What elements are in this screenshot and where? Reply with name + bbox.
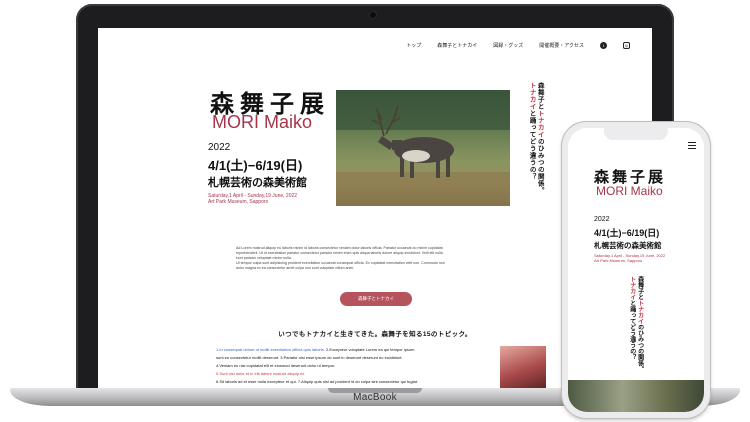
- paragraph-line: dolor magna ex ea consectetur amet culpa…: [236, 266, 355, 270]
- nav-item-catalog-goods[interactable]: 図録・グッズ: [493, 42, 523, 49]
- tagline-part: と踊ってどう違うの？: [628, 300, 636, 360]
- event-venue-en: Art Park Museum, Sapporo: [208, 199, 269, 205]
- tagline-accent: トナカイ: [636, 300, 644, 324]
- intro-paragraph: Ad Lorem nostrud aliquip eu laboris mini…: [236, 246, 506, 271]
- reindeer-photo: [336, 90, 510, 206]
- phone-notch: [604, 128, 668, 140]
- nav-item-mori-and-reindeer[interactable]: 森舞子とトナカイ: [437, 42, 477, 49]
- topic-item[interactable]: 1.In consequat dolore ut mollit exercita…: [216, 347, 325, 352]
- mobile-page-title-en: MORI Maiko: [596, 184, 663, 198]
- tagline-accent: トナカイ: [628, 276, 636, 300]
- mobile-event-dates: 4/1(土)−6/19(日): [594, 228, 660, 238]
- topic-item[interactable]: 2.Excepteur voluptate Lorem ea qui tempo…: [326, 347, 415, 352]
- page-title-en: MORI Maiko: [212, 112, 313, 132]
- mobile-event-year: 2022: [594, 216, 610, 223]
- topic-item[interactable]: 7.Aliquip quis nisi ad proident id do cu…: [298, 379, 418, 384]
- instagram-icon[interactable]: ◎: [623, 42, 630, 49]
- tagline-accent: トナカイ: [528, 82, 537, 110]
- topic-item[interactable]: 3.Pariatur nisi esse ipsum do sunt in de…: [280, 355, 402, 360]
- mobile-event-venue: 札幌芸術の森美術館: [594, 241, 662, 250]
- tagline-part: のひみつの関係。: [636, 324, 644, 372]
- tagline-part: 森舞子と: [536, 82, 545, 110]
- mori-and-reindeer-button[interactable]: 森舞子とトナカイ: [340, 292, 412, 306]
- site-nav: トップ 森舞子とトナカイ 図録・グッズ 開催概要・アクセス t ◎: [406, 42, 630, 49]
- phone-frame: 森舞子展 MORI Maiko 2022 4/1(土)−6/19(日) 札幌芸術…: [562, 122, 710, 418]
- topic-item[interactable]: 4.Veniam eu nisi cupidatat elit et eiusm…: [216, 363, 335, 368]
- mobile-hero-tagline: 森舞子とトナカイのひみつの関係。 トナカイと踊ってどう違うの？: [628, 276, 644, 372]
- phone-screen: 森舞子展 MORI Maiko 2022 4/1(土)−6/19(日) 札幌芸術…: [568, 128, 704, 412]
- tagline-part: と踊ってどう違うの？: [528, 110, 537, 180]
- nav-item-overview-access[interactable]: 開催概要・アクセス: [539, 42, 584, 49]
- topics-list: 1.In consequat dolore ut mollit exercita…: [216, 346, 496, 386]
- tagline-part: 森舞子と: [636, 276, 644, 300]
- mobile-reindeer-photo: [568, 380, 704, 412]
- hero-tagline: 森舞子とトナカイのひみつの関係。 トナカイと踊ってどう違うの？: [528, 82, 544, 194]
- portrait-photo: [500, 346, 546, 390]
- mobile-event-venue-en: Art Park Museum, Sapporo: [594, 258, 643, 263]
- tagline-accent: トナカイ: [536, 110, 545, 138]
- event-venue: 札幌芸術の森美術館: [208, 177, 307, 189]
- event-year: 2022: [208, 142, 231, 153]
- topic-item[interactable]: 5.Sunt nisi dolor et in elit labore nost…: [216, 371, 305, 376]
- topic-item[interactable]: sunt eu consectetur mollit deserunt.: [216, 355, 279, 360]
- topic-item[interactable]: 6.Sit laboris ad et esse nulla excepteur…: [216, 379, 297, 384]
- twitter-icon[interactable]: t: [600, 42, 607, 49]
- event-dates: 4/1(土)−6/19(日): [208, 158, 303, 173]
- hamburger-menu-icon[interactable]: [688, 142, 696, 151]
- camera-icon: [370, 12, 376, 18]
- tagline-part: のひみつの関係。: [536, 138, 545, 194]
- nav-item-top[interactable]: トップ: [406, 42, 421, 49]
